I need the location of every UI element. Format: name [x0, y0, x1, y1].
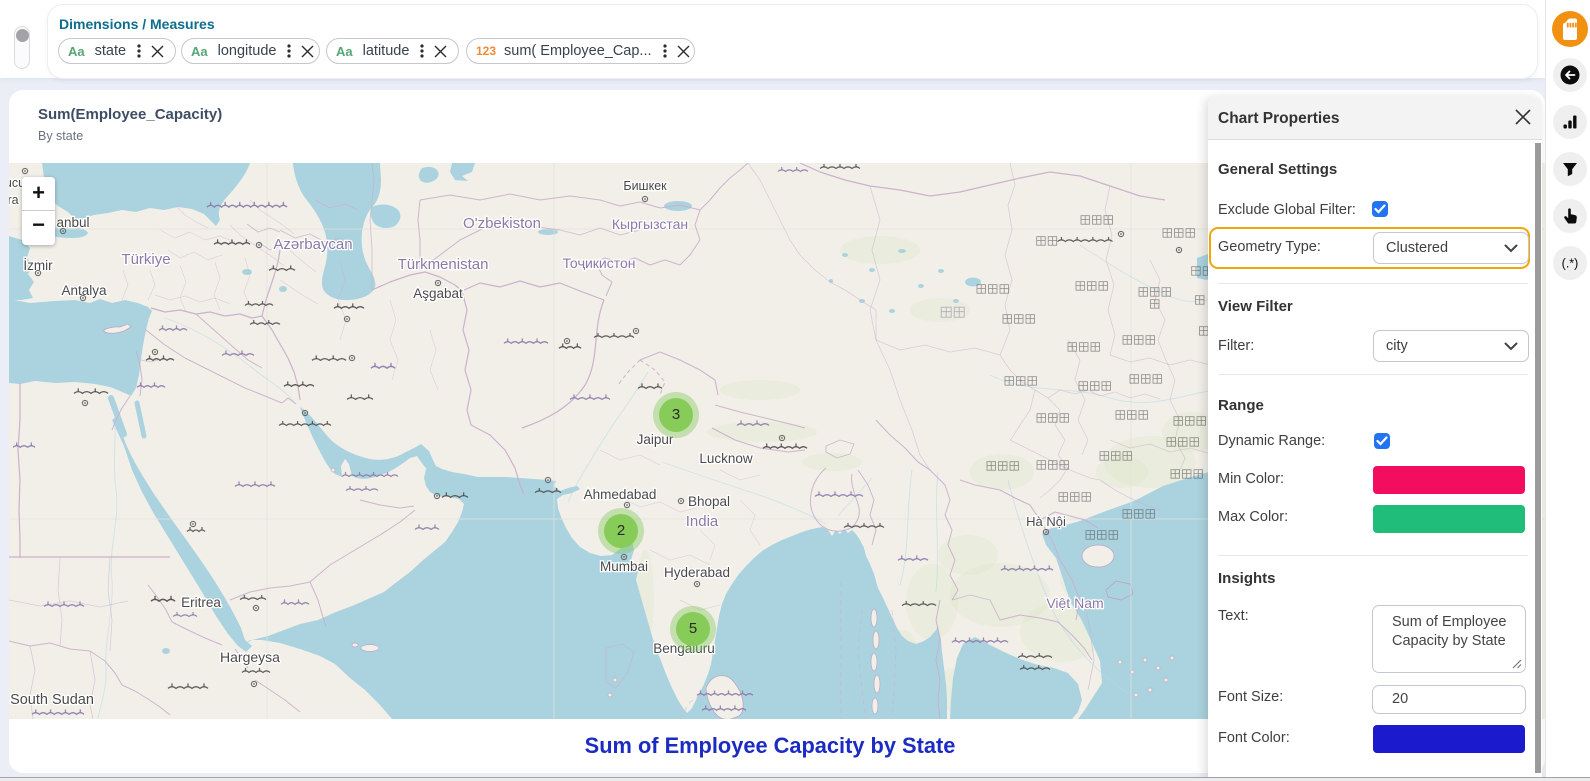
svg-text:Тоҷикистон: Тоҷикистон	[562, 255, 635, 271]
svg-text:(.*): (.*)	[1562, 257, 1579, 271]
svg-text:anbul: anbul	[56, 215, 89, 230]
svg-text:Hyderabad: Hyderabad	[664, 565, 730, 580]
svg-text:Hargeysa: Hargeysa	[220, 649, 280, 665]
svg-text:Lucknow: Lucknow	[699, 451, 753, 466]
svg-text:Ahmedabad: Ahmedabad	[584, 487, 657, 502]
svg-text:Türkmenistan: Türkmenistan	[398, 256, 489, 273]
svg-text:Aşgabat: Aşgabat	[413, 286, 463, 301]
svg-text:Бишкек: Бишкек	[623, 179, 667, 193]
svg-text:O'zbekiston: O'zbekiston	[463, 215, 541, 232]
svg-text:South Sudan: South Sudan	[10, 692, 94, 708]
svg-text:Việt Nam: Việt Nam	[1046, 595, 1103, 611]
svg-text:ra: ra	[9, 193, 19, 207]
svg-text:India: India	[686, 513, 719, 530]
svg-text:Türkiye: Türkiye	[121, 251, 170, 268]
svg-text:Eritrea: Eritrea	[181, 595, 221, 610]
svg-text:Кыргызстан: Кыргызстан	[612, 216, 688, 232]
svg-text:Mumbai: Mumbai	[600, 559, 648, 574]
svg-text:Azərbaycan: Azərbaycan	[273, 236, 352, 253]
svg-text:Hà Nội: Hà Nội	[1026, 514, 1066, 529]
svg-text:Bhopal: Bhopal	[688, 494, 730, 509]
